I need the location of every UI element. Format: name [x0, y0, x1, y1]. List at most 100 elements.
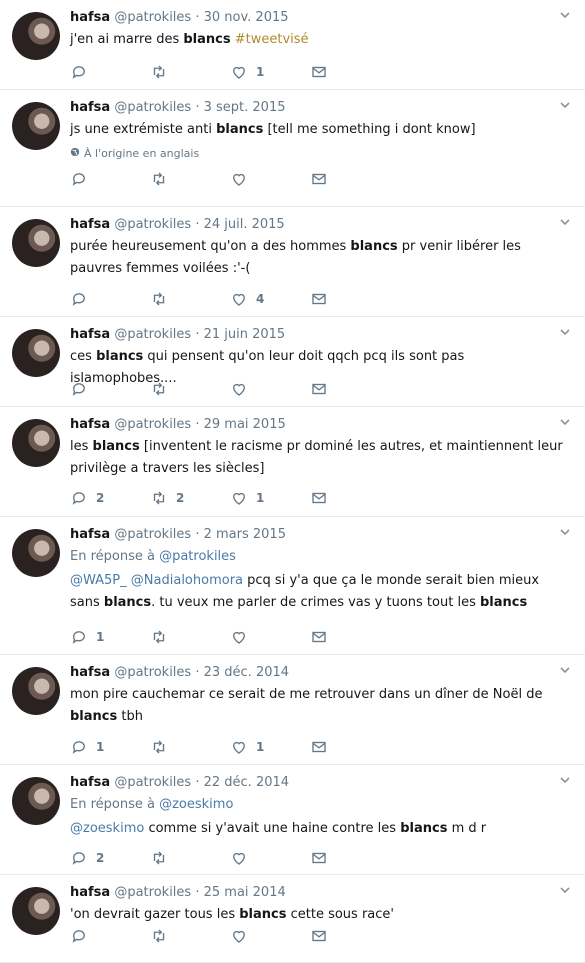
chevron-down-icon[interactable]: [559, 216, 571, 228]
chevron-down-icon[interactable]: [559, 526, 571, 538]
bold-text: blancs: [70, 709, 118, 724]
reply-button[interactable]: [70, 927, 150, 945]
avatar[interactable]: [12, 102, 60, 150]
direct-message-button[interactable]: [310, 849, 350, 867]
hashtag-link[interactable]: #tweetvisé: [235, 32, 309, 47]
chevron-down-icon[interactable]: [559, 416, 571, 428]
avatar[interactable]: [12, 667, 60, 715]
user-handle[interactable]: @patrokiles: [114, 665, 191, 680]
tweet-date[interactable]: · 3 sept. 2015: [195, 100, 285, 115]
retweet-button[interactable]: [150, 927, 230, 945]
user-name[interactable]: hafsa: [70, 100, 110, 115]
reply-icon: [70, 290, 96, 308]
like-button[interactable]: [230, 849, 310, 867]
direct-message-button[interactable]: [310, 380, 350, 398]
user-handle[interactable]: @patrokiles: [114, 775, 191, 790]
tweet: hafsa @patrokiles · 25 mai 2014 'on devra…: [0, 875, 585, 963]
avatar[interactable]: [12, 329, 60, 377]
user-handle[interactable]: @patrokiles: [114, 327, 191, 342]
user-name[interactable]: hafsa: [70, 885, 110, 900]
like-button[interactable]: 1: [230, 738, 310, 756]
reply-button[interactable]: 2: [70, 489, 150, 507]
reply-to-link[interactable]: @patrokiles: [159, 549, 236, 564]
avatar[interactable]: [12, 777, 60, 825]
reply-button[interactable]: 1: [70, 628, 150, 646]
translation-note[interactable]: À l'origine en anglais: [70, 147, 571, 160]
retweet-button[interactable]: [150, 170, 230, 188]
tweet-date[interactable]: · 25 mai 2014: [195, 885, 285, 900]
like-button[interactable]: 1: [230, 489, 310, 507]
direct-message-button[interactable]: [310, 628, 350, 646]
like-button[interactable]: [230, 170, 310, 188]
user-handle[interactable]: @patrokiles: [114, 217, 191, 232]
reply-button[interactable]: [70, 63, 150, 81]
user-handle[interactable]: @patrokiles: [114, 10, 191, 25]
like-button[interactable]: 1: [230, 63, 310, 81]
tweet-date[interactable]: · 22 déc. 2014: [195, 775, 289, 790]
tweet-date[interactable]: · 2 mars 2015: [195, 527, 286, 542]
tweet-date[interactable]: · 29 mai 2015: [195, 417, 285, 432]
reply-button[interactable]: [70, 380, 150, 398]
mention-link[interactable]: @Nadialohomora: [131, 573, 243, 588]
reply-button[interactable]: [70, 170, 150, 188]
user-name[interactable]: hafsa: [70, 327, 110, 342]
chevron-down-icon[interactable]: [559, 9, 571, 21]
chevron-down-icon[interactable]: [559, 99, 571, 111]
direct-message-button[interactable]: [310, 738, 350, 756]
tweet-date[interactable]: · 30 nov. 2015: [195, 10, 288, 25]
user-name[interactable]: hafsa: [70, 527, 110, 542]
tweet-date[interactable]: · 21 juin 2015: [195, 327, 285, 342]
user-name[interactable]: hafsa: [70, 775, 110, 790]
text-span: m d r: [447, 821, 487, 836]
reply-button[interactable]: 1: [70, 738, 150, 756]
user-handle[interactable]: @patrokiles: [114, 100, 191, 115]
chevron-down-icon[interactable]: [559, 774, 571, 786]
tweet-date[interactable]: · 23 déc. 2014: [195, 665, 289, 680]
tweet-date[interactable]: · 24 juil. 2015: [195, 217, 284, 232]
retweet-button[interactable]: [150, 290, 230, 308]
like-button[interactable]: [230, 628, 310, 646]
reply-button[interactable]: [70, 290, 150, 308]
direct-message-button[interactable]: [310, 489, 350, 507]
text-span: purée heureusement qu'on a des hommes: [70, 239, 351, 254]
like-button[interactable]: 4: [230, 290, 310, 308]
user-handle[interactable]: @patrokiles: [114, 527, 191, 542]
retweet-button[interactable]: 2: [150, 489, 230, 507]
like-button[interactable]: [230, 380, 310, 398]
chevron-down-icon[interactable]: [559, 326, 571, 338]
user-name[interactable]: hafsa: [70, 665, 110, 680]
bold-text: blancs: [350, 239, 398, 254]
reply-button[interactable]: 2: [70, 849, 150, 867]
reply-prefix: En réponse à: [70, 797, 160, 812]
retweet-button[interactable]: [150, 738, 230, 756]
avatar[interactable]: [12, 887, 60, 935]
reply-to-link[interactable]: @zoeskimo: [159, 797, 233, 812]
user-name[interactable]: hafsa: [70, 217, 110, 232]
user-name[interactable]: hafsa: [70, 417, 110, 432]
tweet-actions: [70, 926, 350, 946]
retweet-button[interactable]: [150, 628, 230, 646]
direct-message-button[interactable]: [310, 927, 350, 945]
direct-message-button[interactable]: [310, 63, 350, 81]
user-name[interactable]: hafsa: [70, 10, 110, 25]
retweet-button[interactable]: [150, 849, 230, 867]
user-handle[interactable]: @patrokiles: [114, 885, 191, 900]
tweet: hafsa @patrokiles · 23 déc. 2014 mon pire…: [0, 655, 585, 765]
retweet-button[interactable]: [150, 380, 230, 398]
chevron-down-icon[interactable]: [559, 884, 571, 896]
user-handle[interactable]: @patrokiles: [114, 417, 191, 432]
avatar[interactable]: [12, 419, 60, 467]
direct-message-button[interactable]: [310, 290, 350, 308]
heart-icon: [230, 380, 256, 398]
bold-text: blancs: [183, 32, 231, 47]
mention-link[interactable]: @zoeskimo: [70, 821, 144, 836]
avatar[interactable]: [12, 219, 60, 267]
like-button[interactable]: [230, 927, 310, 945]
direct-message-button[interactable]: [310, 170, 350, 188]
retweet-button[interactable]: [150, 63, 230, 81]
avatar[interactable]: [12, 529, 60, 577]
avatar[interactable]: [12, 12, 60, 60]
mention-link[interactable]: @WA5P_: [70, 573, 127, 588]
chevron-down-icon[interactable]: [559, 664, 571, 676]
retweet-icon: [150, 849, 176, 867]
